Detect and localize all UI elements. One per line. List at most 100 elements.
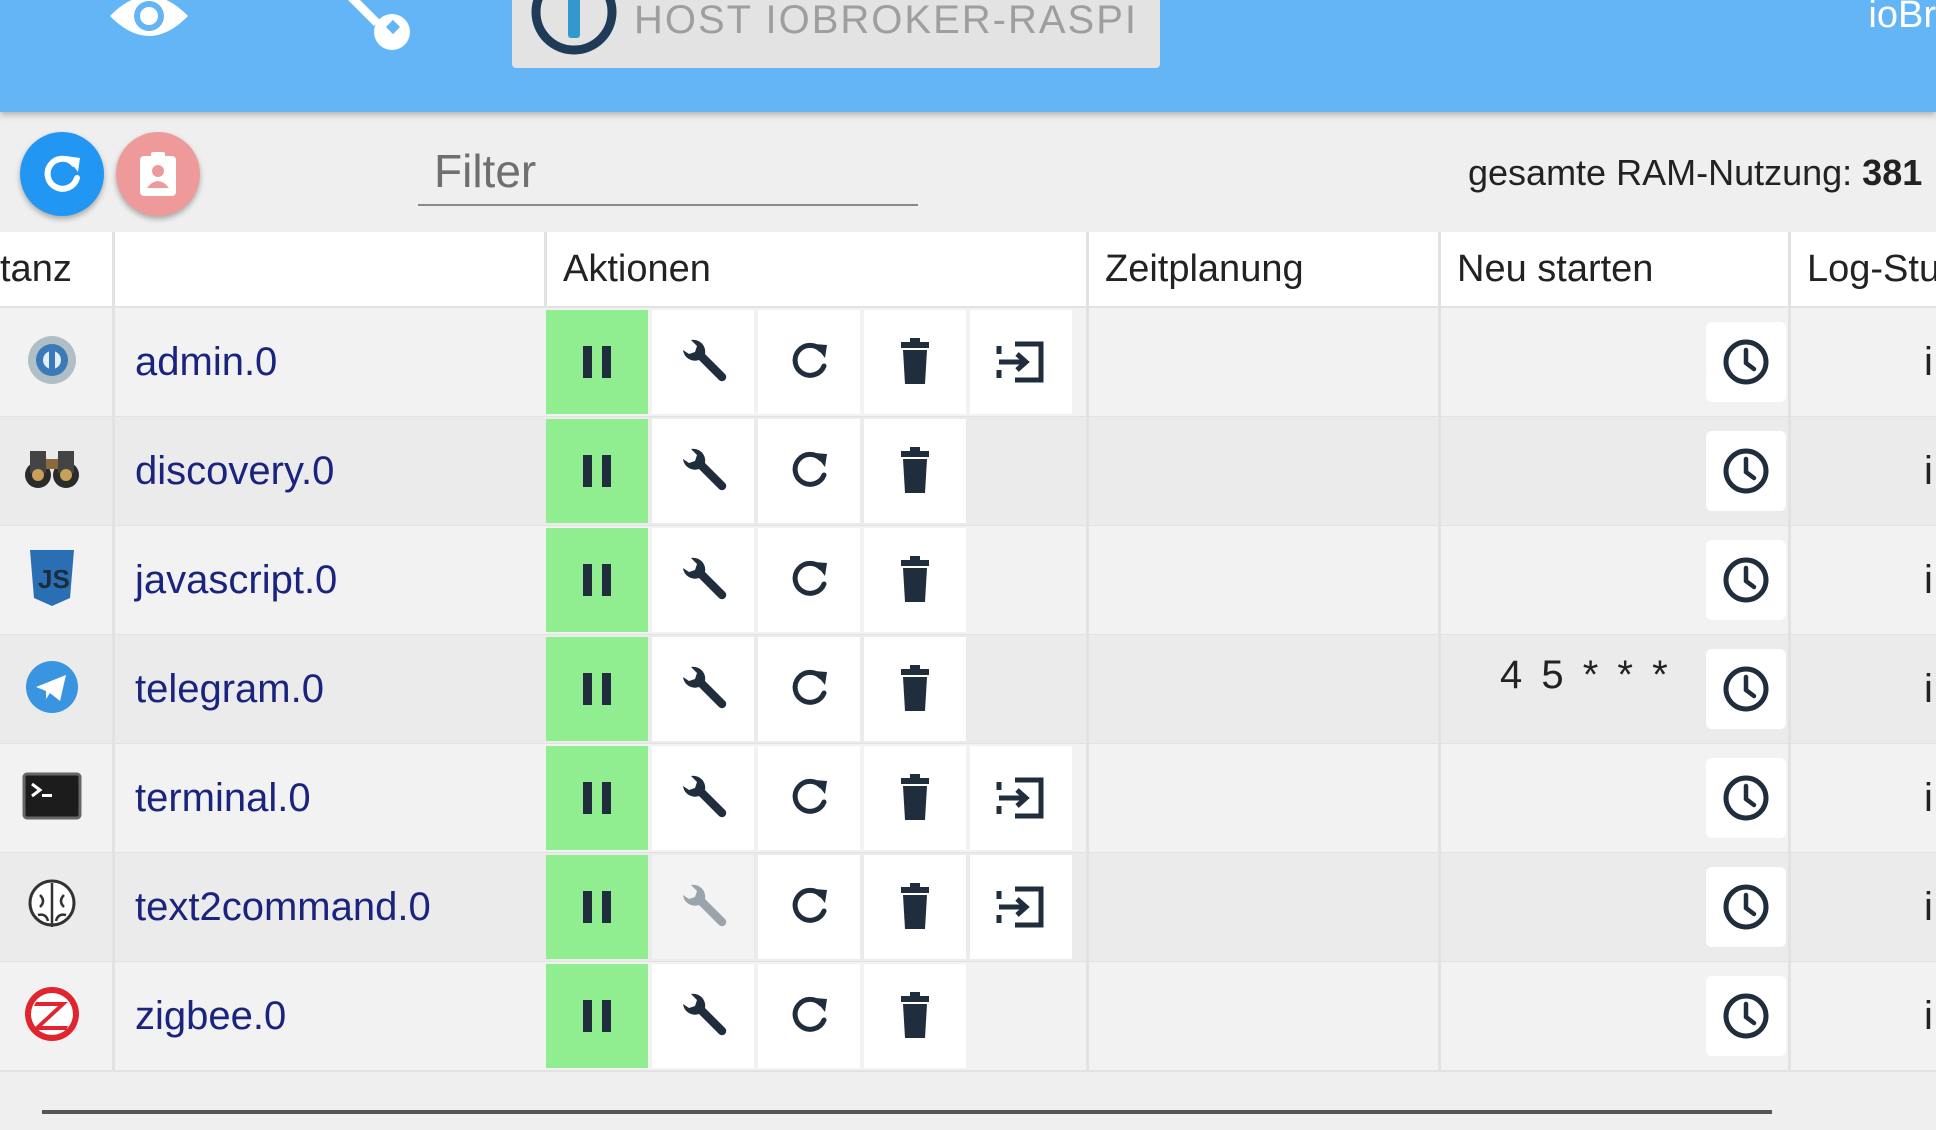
svg-text:JS: JS xyxy=(38,564,70,594)
log-level[interactable]: i xyxy=(1924,635,1933,743)
telegram-icon xyxy=(20,657,102,721)
column-divider xyxy=(1086,417,1089,525)
log-level[interactable]: i xyxy=(1924,526,1933,634)
ram-usage-value: 381 xyxy=(1862,152,1923,193)
clipboard-account-icon xyxy=(140,152,176,196)
column-divider xyxy=(1788,744,1791,852)
filter-input[interactable] xyxy=(418,138,918,206)
pause-button[interactable] xyxy=(546,637,648,741)
refresh-icon xyxy=(44,155,80,192)
table-header: tanz Aktionen Zeitplanung Neu starten Lo… xyxy=(0,232,1936,308)
pause-button[interactable] xyxy=(546,528,648,632)
column-divider xyxy=(112,308,115,416)
settings-button[interactable] xyxy=(652,964,754,1068)
log-level[interactable]: i xyxy=(1924,853,1933,961)
row-background xyxy=(0,308,1936,416)
column-restart[interactable]: Neu starten xyxy=(1438,232,1790,306)
column-divider xyxy=(1788,308,1791,416)
contact-button[interactable] xyxy=(116,132,200,216)
column-divider xyxy=(1788,526,1791,634)
pause-icon xyxy=(583,891,611,923)
column-divider xyxy=(1086,308,1089,416)
brand-title: ioBr xyxy=(1868,0,1936,36)
schedule-button[interactable] xyxy=(1706,867,1786,947)
pause-button[interactable] xyxy=(546,310,648,414)
ram-usage-label: gesamte RAM-Nutzung: xyxy=(1468,152,1853,193)
javascript-icon: JS xyxy=(20,548,102,612)
table-row: telegram.0 4 5 * * * i xyxy=(0,635,1936,745)
eye-icon[interactable] xyxy=(104,0,194,50)
open-instance-button[interactable] xyxy=(970,310,1072,414)
settings-button[interactable] xyxy=(652,528,754,632)
settings-button[interactable] xyxy=(652,746,754,850)
pause-button[interactable] xyxy=(546,964,648,1068)
pause-icon xyxy=(583,346,611,378)
pause-button[interactable] xyxy=(546,746,648,850)
delete-button[interactable] xyxy=(864,855,966,959)
open-instance-button[interactable] xyxy=(970,746,1072,850)
reload-icon xyxy=(792,778,827,814)
reload-icon xyxy=(792,342,827,378)
clock-icon xyxy=(1723,557,1769,603)
restart-button[interactable] xyxy=(758,419,860,523)
delete-button[interactable] xyxy=(864,310,966,414)
schedule-button[interactable] xyxy=(1706,431,1786,511)
column-divider xyxy=(112,526,115,634)
clock-icon xyxy=(1723,666,1769,712)
open-in-icon xyxy=(996,341,1044,383)
wrench-icon xyxy=(683,448,727,491)
reload-icon xyxy=(792,669,827,705)
delete-button[interactable] xyxy=(864,419,966,523)
clock-icon xyxy=(1723,775,1769,821)
pause-button[interactable] xyxy=(546,855,648,959)
table-row: terminal.0 i xyxy=(0,744,1936,854)
restart-button[interactable] xyxy=(758,746,860,850)
restart-button[interactable] xyxy=(758,637,860,741)
delete-button[interactable] xyxy=(864,746,966,850)
refresh-button[interactable] xyxy=(20,132,104,216)
delete-icon xyxy=(901,338,929,384)
settings-button[interactable] xyxy=(652,310,754,414)
column-schedule[interactable]: Zeitplanung xyxy=(1086,232,1440,306)
column-divider xyxy=(1438,853,1441,961)
instance-name: javascript.0 xyxy=(135,558,338,602)
delete-button[interactable] xyxy=(864,637,966,741)
host-selector[interactable]: HOST IOBROKER-RASPI xyxy=(512,0,1160,68)
table-row: zigbee.0 i xyxy=(0,962,1936,1072)
restart-button[interactable] xyxy=(758,855,860,959)
reload-icon xyxy=(792,996,827,1032)
column-divider xyxy=(1086,962,1089,1070)
log-level[interactable]: i xyxy=(1924,417,1933,525)
table-row: admin.0 i xyxy=(0,308,1936,418)
column-log-level[interactable]: Log-Stu xyxy=(1788,232,1936,306)
settings-button[interactable] xyxy=(652,637,754,741)
settings-button[interactable] xyxy=(652,419,754,523)
schedule-button[interactable] xyxy=(1706,540,1786,620)
pause-button[interactable] xyxy=(546,419,648,523)
log-level[interactable]: i xyxy=(1924,962,1933,1070)
instance-name: discovery.0 xyxy=(135,449,335,493)
schedule-button[interactable] xyxy=(1706,758,1786,838)
restart-button[interactable] xyxy=(758,964,860,1068)
wrench-icon xyxy=(683,557,727,600)
schedule-button[interactable] xyxy=(1706,976,1786,1056)
delete-button[interactable] xyxy=(864,528,966,632)
open-instance-button[interactable] xyxy=(970,855,1072,959)
restart-button[interactable] xyxy=(758,310,860,414)
reload-icon xyxy=(792,887,827,923)
delete-button[interactable] xyxy=(864,964,966,1068)
log-level[interactable]: i xyxy=(1924,308,1933,416)
restart-button[interactable] xyxy=(758,528,860,632)
reload-icon xyxy=(792,560,827,596)
open-in-icon xyxy=(996,777,1044,819)
instance-name: text2command.0 xyxy=(135,885,431,929)
table-row: discovery.0 i xyxy=(0,417,1936,527)
log-level[interactable]: i xyxy=(1924,744,1933,852)
schedule-button[interactable] xyxy=(1706,649,1786,729)
schedule-button[interactable] xyxy=(1706,322,1786,402)
horizontal-scrollbar[interactable] xyxy=(42,1110,1772,1114)
column-instance[interactable]: tanz xyxy=(0,232,114,306)
wrench-icon[interactable] xyxy=(340,0,430,50)
pause-icon xyxy=(583,455,611,487)
wrench-icon xyxy=(683,666,727,709)
